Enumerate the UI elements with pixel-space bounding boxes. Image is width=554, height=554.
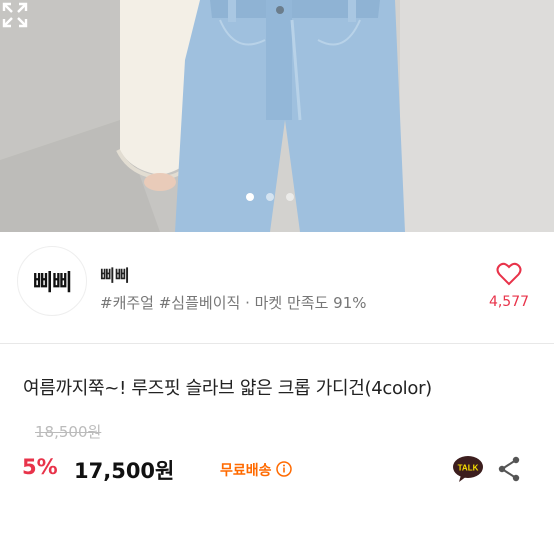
like-count: 4,577: [488, 294, 530, 310]
sale-price: 17,500원: [74, 459, 175, 483]
product-title: 여름까지쭉~! 루즈핏 슬라브 얇은 크롭 가디건(4color): [23, 378, 432, 399]
heart-outline-icon[interactable]: [496, 262, 522, 286]
free-shipping-label: 무료배송: [220, 463, 272, 479]
seller-avatar[interactable]: 삐삐: [17, 246, 87, 316]
original-price: 18,500원: [35, 423, 102, 441]
share-icon[interactable]: [497, 456, 521, 482]
carousel-dot[interactable]: [266, 193, 274, 201]
carousel-dot[interactable]: [246, 193, 254, 201]
divider: [0, 343, 554, 344]
seller-logo-text: 삐삐: [32, 271, 72, 296]
carousel-dot[interactable]: [286, 193, 294, 201]
info-icon[interactable]: [276, 461, 292, 477]
product-image[interactable]: [0, 0, 554, 232]
expand-icon[interactable]: [0, 0, 30, 30]
carousel-indicator: [246, 193, 294, 201]
talk-label: TALK: [458, 464, 479, 473]
seller-name[interactable]: 삐삐: [100, 262, 129, 286]
discount-rate: 5%: [22, 455, 58, 479]
kakaotalk-icon[interactable]: TALK: [452, 455, 484, 483]
seller-tags: #캐주얼 #심플베이직 · 마켓 만족도 91%: [100, 294, 367, 312]
